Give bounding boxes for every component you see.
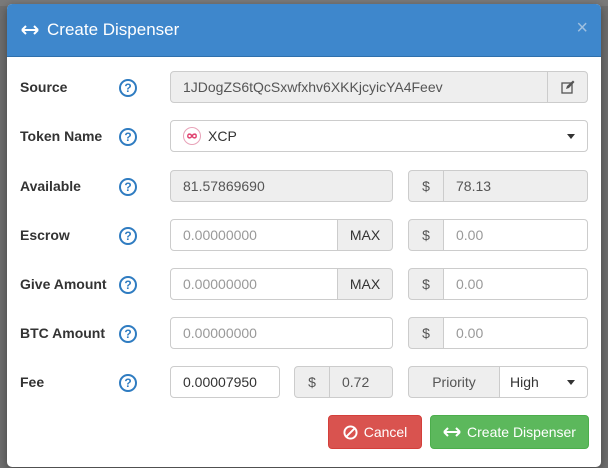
arrows-horizontal-icon (443, 427, 461, 437)
give-usd-addon: $ (408, 268, 444, 300)
btc-usd-placeholder: 0.00 (456, 325, 484, 341)
dollar-label: $ (422, 325, 430, 341)
create-dispenser-label: Create Dispenser (467, 424, 576, 440)
give-amount-row: Give Amount ? 0.00000000 MAX $ 0.00 (7, 268, 601, 302)
fee-label: Fee (20, 374, 45, 390)
chevron-down-icon (567, 380, 575, 385)
available-usd-field: 78.13 (443, 170, 588, 202)
source-label: Source (20, 79, 68, 95)
chevron-down-icon (567, 134, 575, 139)
source-row: Source ? 1JDogZS6tQcSxwfxhv6XKKjcyicYA4F… (7, 71, 601, 105)
btc-amount-input[interactable]: 0.00000000 (170, 317, 393, 349)
ban-icon (343, 424, 358, 440)
xcp-logo-icon (183, 127, 201, 145)
btc-usd-input[interactable]: 0.00 (443, 317, 588, 349)
dollar-label: $ (422, 276, 430, 292)
close-button[interactable]: × (576, 18, 588, 38)
dollar-label: $ (422, 178, 430, 194)
btc-amount-row: BTC Amount ? 0.00000000 $ 0.00 (7, 317, 601, 351)
give-usd-input[interactable]: 0.00 (443, 268, 588, 300)
available-help-icon[interactable]: ? (119, 178, 137, 196)
token-row: Token Name ? XCP (7, 120, 601, 154)
source-field[interactable]: 1JDogZS6tQcSxwfxhv6XKKjcyicYA4Feev (170, 71, 548, 103)
source-help-icon[interactable]: ? (119, 79, 137, 97)
give-amount-placeholder: 0.00000000 (183, 276, 257, 292)
btc-usd-addon: $ (408, 317, 444, 349)
give-usd-placeholder: 0.00 (456, 276, 484, 292)
escrow-usd-addon: $ (408, 219, 444, 251)
priority-value: High (510, 374, 539, 390)
cancel-button[interactable]: Cancel (328, 415, 422, 449)
edit-icon (560, 80, 574, 94)
cancel-label: Cancel (363, 424, 408, 440)
token-value: XCP (208, 128, 237, 144)
fee-usd-value: 0.72 (342, 374, 370, 390)
give-amount-input[interactable]: 0.00000000 (170, 268, 338, 300)
fee-usd-addon: $ (294, 366, 330, 398)
source-value: 1JDogZS6tQcSxwfxhv6XKKjcyicYA4Feev (183, 79, 443, 95)
dollar-label: $ (308, 374, 316, 390)
give-amount-max-label: MAX (349, 276, 381, 292)
arrows-horizontal-icon (21, 25, 39, 35)
give-amount-help-icon[interactable]: ? (119, 276, 137, 294)
escrow-usd-placeholder: 0.00 (456, 227, 484, 243)
token-select[interactable]: XCP (170, 120, 588, 152)
create-dispenser-modal: Create Dispenser × Source ? 1JDogZS6tQcS… (7, 4, 601, 467)
escrow-help-icon[interactable]: ? (119, 227, 137, 245)
btc-amount-label: BTC Amount (20, 325, 106, 341)
escrow-input[interactable]: 0.00000000 (170, 219, 338, 251)
token-label: Token Name (20, 128, 103, 144)
fee-help-icon[interactable]: ? (119, 374, 137, 392)
escrow-label: Escrow (20, 227, 70, 243)
create-dispenser-button[interactable]: Create Dispenser (430, 415, 589, 449)
escrow-usd-input[interactable]: 0.00 (443, 219, 588, 251)
priority-label: Priority (432, 374, 476, 390)
available-value: 81.57869690 (183, 178, 265, 194)
edit-source-button[interactable] (547, 71, 588, 103)
available-usd-addon: $ (408, 170, 444, 202)
available-usd-value: 78.13 (456, 178, 492, 194)
modal-header: Create Dispenser × (7, 4, 601, 57)
dollar-label: $ (422, 227, 430, 243)
priority-addon: Priority (408, 366, 500, 398)
fee-value: 0.00007950 (183, 374, 257, 390)
fee-usd-field: 0.72 (329, 366, 393, 398)
give-amount-max-button[interactable]: MAX (337, 268, 393, 300)
escrow-max-label: MAX (349, 227, 381, 243)
modal-title: Create Dispenser (47, 20, 180, 39)
give-amount-label: Give Amount (20, 276, 107, 292)
token-help-icon[interactable]: ? (119, 128, 137, 146)
available-label: Available (20, 178, 81, 194)
priority-select[interactable]: High (499, 366, 588, 398)
fee-input[interactable]: 0.00007950 (170, 366, 280, 398)
btc-amount-placeholder: 0.00000000 (183, 325, 257, 341)
escrow-placeholder: 0.00000000 (183, 227, 257, 243)
btc-amount-help-icon[interactable]: ? (119, 325, 137, 343)
escrow-max-button[interactable]: MAX (337, 219, 393, 251)
available-field: 81.57869690 (170, 170, 393, 202)
escrow-row: Escrow ? 0.00000000 MAX $ 0.00 (7, 219, 601, 253)
available-row: Available ? 81.57869690 $ 78.13 (7, 170, 601, 204)
fee-row: Fee ? 0.00007950 $ 0.72 Priority High (7, 366, 601, 400)
